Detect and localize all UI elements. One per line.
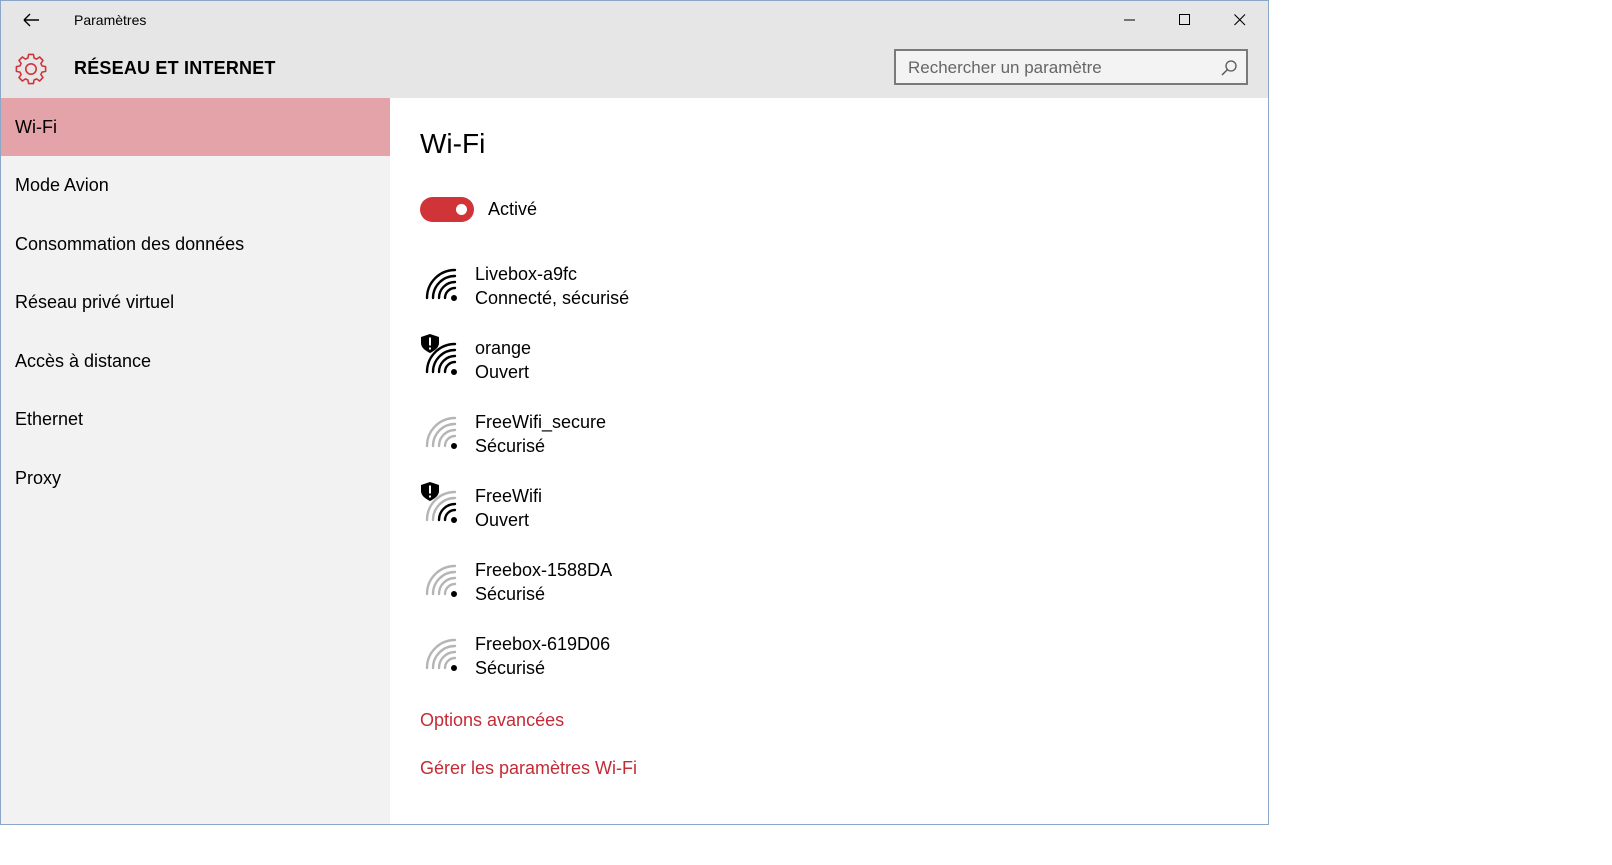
sidebar-item-dial-up[interactable]: Accès à distance: [1, 332, 390, 390]
section-title: RÉSEAU ET INTERNET: [74, 58, 276, 78]
maximize-icon: [1178, 14, 1190, 25]
search-box[interactable]: [894, 49, 1248, 85]
network-item[interactable]: Livebox-a9fc Connecté, sécurisé: [420, 260, 720, 316]
wifi-signal-icon: [425, 268, 457, 301]
back-arrow-icon: [23, 13, 39, 27]
sidebar-item-proxy[interactable]: Proxy: [1, 449, 390, 507]
network-status: Sécurisé: [475, 658, 546, 678]
wifi-signal-open-icon: [421, 334, 457, 375]
wifi-signal-icon: [425, 416, 457, 449]
network-name: FreeWifi_secure: [475, 412, 607, 432]
network-status: Ouvert: [475, 362, 530, 382]
sidebar-item-vpn[interactable]: Réseau privé virtuel: [1, 273, 390, 331]
search-icon[interactable]: [1220, 59, 1238, 77]
gear-icon: [15, 53, 47, 85]
wifi-toggle[interactable]: [420, 197, 474, 222]
wifi-signal-icon: [425, 638, 457, 671]
header: Paramètres RÉSEAU ET INTERNET: [1, 1, 1268, 98]
close-icon: [1233, 14, 1245, 26]
sidebar-item-ethernet[interactable]: Ethernet: [1, 390, 390, 448]
network-name: Livebox-a9fc: [475, 264, 578, 284]
advanced-options-link[interactable]: Options avancées: [420, 710, 564, 731]
network-status: Connecté, sécurisé: [475, 288, 630, 308]
network-item[interactable]: FreeWifi_secure Sécurisé: [420, 408, 720, 464]
minimize-button[interactable]: [1102, 1, 1157, 39]
network-name: FreeWifi: [475, 486, 542, 506]
wifi-signal-icon: [425, 564, 457, 597]
maximize-button[interactable]: [1157, 1, 1212, 39]
network-item[interactable]: Freebox-1588DA Sécurisé: [420, 556, 720, 612]
network-name: orange: [475, 338, 532, 358]
wifi-signal-open-icon: [421, 482, 457, 523]
manage-wifi-settings-link[interactable]: Gérer les paramètres Wi-Fi: [420, 758, 637, 779]
sidebar-item-wifi[interactable]: Wi-Fi: [1, 98, 390, 156]
back-button[interactable]: [17, 7, 45, 35]
toggle-knob: [456, 204, 467, 215]
search-input[interactable]: [908, 57, 1208, 79]
main-panel: Wi-Fi Activé Livebox-a9fc Connecté, sécu…: [390, 98, 1268, 824]
network-status: Ouvert: [475, 510, 530, 530]
sidebar-item-data-usage[interactable]: Consommation des données: [1, 215, 390, 273]
network-name: Freebox-619D06: [475, 634, 611, 654]
app-title: Paramètres: [74, 12, 147, 28]
wifi-toggle-label: Activé: [488, 199, 538, 219]
close-button[interactable]: [1212, 1, 1267, 39]
network-item[interactable]: Freebox-619D06 Sécurisé: [420, 630, 720, 686]
page-title: Wi-Fi: [420, 128, 486, 159]
network-item[interactable]: FreeWifi Ouvert: [420, 482, 720, 538]
sidebar: Wi-Fi Mode Avion Consommation des donnée…: [1, 98, 390, 824]
network-status: Sécurisé: [475, 584, 546, 604]
network-item[interactable]: orange Ouvert: [420, 334, 720, 390]
sidebar-item-airplane-mode[interactable]: Mode Avion: [1, 156, 390, 214]
settings-window: Paramètres RÉSEAU ET INTERNET Rechercher…: [0, 0, 1269, 825]
minimize-icon: [1123, 19, 1135, 21]
network-status: Sécurisé: [475, 436, 546, 456]
network-name: Freebox-1588DA: [475, 560, 613, 580]
